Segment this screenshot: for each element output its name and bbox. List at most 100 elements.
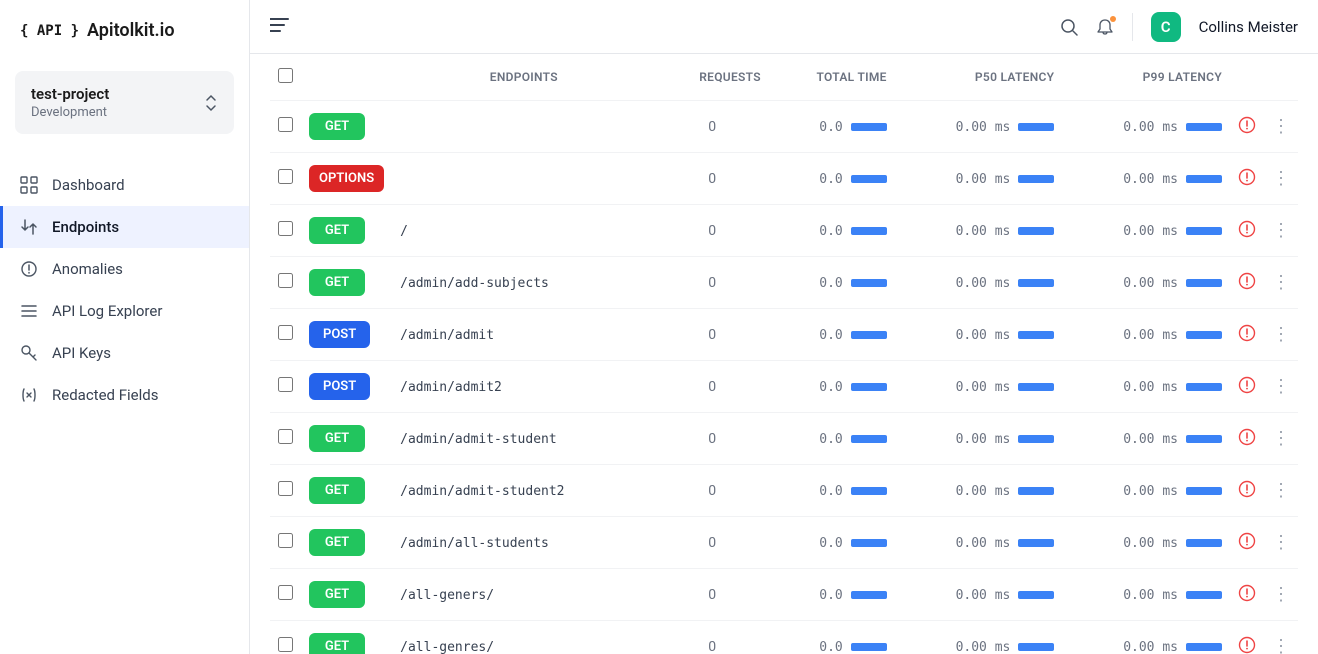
notifications-button[interactable] — [1096, 18, 1114, 36]
nav: Dashboard Endpoints Anomalies API Log Explo… — [0, 164, 249, 416]
method-badge: GET — [309, 633, 365, 654]
alert-icon[interactable] — [1238, 434, 1256, 450]
row-actions-button[interactable]: ⋮ — [1264, 569, 1298, 621]
row-checkbox[interactable] — [278, 221, 293, 236]
row-checkbox[interactable] — [278, 117, 293, 132]
alert-icon[interactable] — [1238, 174, 1256, 190]
sidebar-item-label: Redacted Fields — [52, 386, 158, 404]
method-badge: POST — [309, 373, 370, 400]
alert-icon[interactable] — [1238, 538, 1256, 554]
sidebar: { API } Apitolkit.io test-project Develo… — [0, 0, 250, 654]
p50-bar — [1018, 487, 1054, 495]
p50-bar — [1018, 591, 1054, 599]
table-row[interactable]: GET00.00.00 ms0.00 ms⋮ — [270, 101, 1298, 153]
alert-icon[interactable] — [1238, 486, 1256, 502]
p50-value: 0.00 ms — [956, 432, 1011, 447]
endpoint-path: /admin/admit-student — [400, 432, 557, 447]
table-row[interactable]: GET/all-genres/00.00.00 ms0.00 ms⋮ — [270, 621, 1298, 654]
search-button[interactable] — [1060, 18, 1078, 36]
row-checkbox[interactable] — [278, 637, 293, 652]
row-checkbox[interactable] — [278, 533, 293, 548]
row-checkbox[interactable] — [278, 169, 293, 184]
p50-value: 0.00 ms — [956, 380, 1011, 395]
endpoint-path: /all-genres/ — [400, 640, 494, 654]
p99-bar — [1186, 123, 1222, 131]
keys-icon — [20, 344, 38, 362]
sidebar-item-api-keys[interactable]: API Keys — [0, 332, 249, 374]
table-row[interactable]: GET/admin/admit-student00.00.00 ms0.00 m… — [270, 413, 1298, 465]
table-row[interactable]: POST/admin/admit200.00.00 ms0.00 ms⋮ — [270, 361, 1298, 413]
row-actions-button[interactable]: ⋮ — [1264, 465, 1298, 517]
row-checkbox[interactable] — [278, 377, 293, 392]
notification-dot-icon — [1110, 16, 1116, 22]
table-row[interactable]: OPTIONS00.00.00 ms0.00 ms⋮ — [270, 153, 1298, 205]
sidebar-item-anomalies[interactable]: Anomalies — [0, 248, 249, 290]
select-all-checkbox[interactable] — [278, 68, 293, 83]
row-checkbox[interactable] — [278, 585, 293, 600]
p50-value: 0.00 ms — [956, 224, 1011, 239]
row-actions-button[interactable]: ⋮ — [1264, 517, 1298, 569]
row-actions-button[interactable]: ⋮ — [1264, 257, 1298, 309]
p50-bar — [1018, 175, 1054, 183]
p50-bar — [1018, 279, 1054, 287]
sidebar-item-label: Endpoints — [52, 218, 119, 236]
row-checkbox[interactable] — [278, 429, 293, 444]
table-row[interactable]: POST/admin/admit00.00.00 ms0.00 ms⋮ — [270, 309, 1298, 361]
row-checkbox[interactable] — [278, 273, 293, 288]
alert-icon[interactable] — [1238, 330, 1256, 346]
row-actions-button[interactable]: ⋮ — [1264, 621, 1298, 654]
sidebar-item-label: Dashboard — [52, 176, 125, 194]
total-time-value: 0.0 — [819, 536, 842, 551]
alert-icon[interactable] — [1238, 590, 1256, 606]
table-row[interactable]: GET/admin/all-students00.00.00 ms0.00 ms… — [270, 517, 1298, 569]
total-time-value: 0.0 — [819, 380, 842, 395]
requests-value: 0 — [708, 223, 716, 239]
p50-bar — [1018, 383, 1054, 391]
row-actions-button[interactable]: ⋮ — [1264, 413, 1298, 465]
alert-icon[interactable] — [1238, 278, 1256, 294]
project-env: Development — [31, 105, 109, 120]
sidebar-item-redacted-fields[interactable]: Redacted Fields — [0, 374, 249, 416]
row-actions-button[interactable]: ⋮ — [1264, 205, 1298, 257]
brand-logo[interactable]: { API } Apitolkit.io — [0, 20, 249, 71]
row-checkbox[interactable] — [278, 325, 293, 340]
table-row[interactable]: GET/admin/add-subjects00.00.00 ms0.00 ms… — [270, 257, 1298, 309]
project-name: test-project — [31, 85, 109, 103]
requests-value: 0 — [708, 379, 716, 395]
project-selector[interactable]: test-project Development — [15, 71, 234, 134]
method-badge: GET — [309, 529, 365, 556]
table-row[interactable]: GET/admin/admit-student200.00.00 ms0.00 … — [270, 465, 1298, 517]
main-content: C Collins Meister ENDPOINTS REQUESTS TOT… — [250, 0, 1318, 654]
total-time-value: 0.0 — [819, 432, 842, 447]
sidebar-item-label: API Log Explorer — [52, 302, 162, 320]
total-time-value: 0.0 — [819, 172, 842, 187]
alert-icon[interactable] — [1238, 382, 1256, 398]
user-avatar[interactable]: C — [1151, 12, 1181, 42]
total-time-value: 0.0 — [819, 328, 842, 343]
endpoint-path: /admin/admit — [400, 328, 494, 343]
requests-value: 0 — [708, 171, 716, 187]
p99-bar — [1186, 643, 1222, 651]
row-actions-button[interactable]: ⋮ — [1264, 309, 1298, 361]
sidebar-item-endpoints[interactable]: Endpoints — [0, 206, 249, 248]
row-actions-button[interactable]: ⋮ — [1264, 153, 1298, 205]
sidebar-item-dashboard[interactable]: Dashboard — [0, 164, 249, 206]
p50-bar — [1018, 227, 1054, 235]
menu-toggle-button[interactable] — [270, 17, 290, 36]
p50-value: 0.00 ms — [956, 484, 1011, 499]
user-name: Collins Meister — [1199, 18, 1298, 36]
table-row[interactable]: GET/00.00.00 ms0.00 ms⋮ — [270, 205, 1298, 257]
endpoint-path: /admin/all-students — [400, 536, 549, 551]
alert-icon[interactable] — [1238, 122, 1256, 138]
alert-icon[interactable] — [1238, 642, 1256, 654]
total-time-bar — [851, 227, 887, 235]
row-checkbox[interactable] — [278, 481, 293, 496]
row-actions-button[interactable]: ⋮ — [1264, 361, 1298, 413]
sidebar-item-label: API Keys — [52, 344, 111, 362]
col-p50: P50 LATENCY — [895, 54, 1063, 101]
sidebar-item-api-log-explorer[interactable]: API Log Explorer — [0, 290, 249, 332]
p50-value: 0.00 ms — [956, 640, 1011, 654]
alert-icon[interactable] — [1238, 226, 1256, 242]
row-actions-button[interactable]: ⋮ — [1264, 101, 1298, 153]
table-row[interactable]: GET/all-geners/00.00.00 ms0.00 ms⋮ — [270, 569, 1298, 621]
